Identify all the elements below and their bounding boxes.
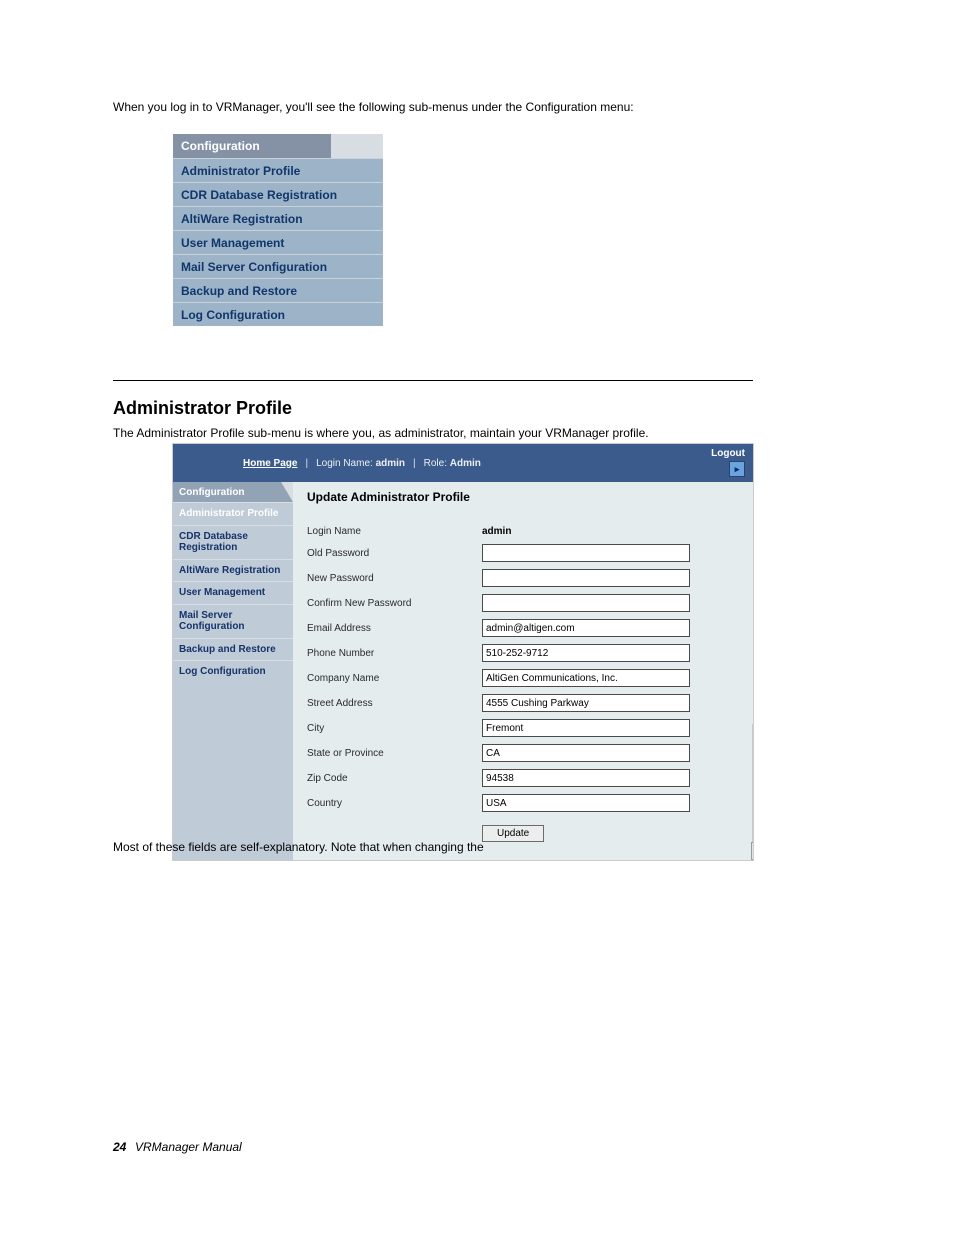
menu-item-mail-server[interactable]: Mail Server Configuration	[173, 254, 383, 278]
sidebar-item-log-config[interactable]: Log Configuration	[173, 660, 293, 683]
menu-item-log-config[interactable]: Log Configuration	[173, 302, 383, 326]
company-input[interactable]	[482, 669, 690, 687]
confirm-password-label: Confirm New Password	[307, 598, 482, 609]
logout-area: Logout ▸	[711, 448, 745, 477]
admin-profile-screenshot: Home Page | Login Name: admin | Role: Ad…	[173, 444, 753, 860]
sidebar-item-mail-server[interactable]: Mail Server Configuration	[173, 604, 293, 638]
phone-input[interactable]	[482, 644, 690, 662]
menu-item-backup[interactable]: Backup and Restore	[173, 278, 383, 302]
admin-profile-heading: Administrator Profile	[113, 398, 292, 419]
menu-item-user-mgmt[interactable]: User Management	[173, 230, 383, 254]
role-label: Role: Admin	[424, 458, 481, 469]
footer-title: VRManager Manual	[135, 1140, 242, 1154]
logout-link[interactable]: Logout	[711, 448, 745, 459]
topbar-sep1: |	[305, 458, 308, 469]
company-label: Company Name	[307, 673, 482, 684]
sidebar-header: Configuration	[173, 482, 293, 502]
login-name-field-value: admin	[482, 526, 739, 537]
confirm-password-input[interactable]	[482, 594, 690, 612]
new-password-label: New Password	[307, 573, 482, 584]
admin-profile-para1: The Administrator Profile sub-menu is wh…	[113, 424, 753, 442]
intro-paragraph: When you log in to VRManager, you'll see…	[113, 98, 753, 116]
config-menu-header: Configuration	[173, 134, 383, 158]
email-label: Email Address	[307, 623, 482, 634]
street-input[interactable]	[482, 694, 690, 712]
logout-icon[interactable]: ▸	[729, 461, 745, 477]
app-topbar: Home Page | Login Name: admin | Role: Ad…	[173, 444, 753, 482]
sidebar-item-backup[interactable]: Backup and Restore	[173, 638, 293, 661]
config-menu-header-label: Configuration	[181, 139, 260, 153]
page-title: Update Administrator Profile	[307, 490, 739, 504]
menu-item-cdr-db[interactable]: CDR Database Registration	[173, 182, 383, 206]
sidebar-item-admin-profile[interactable]: Administrator Profile	[173, 502, 293, 525]
menu-item-altiware[interactable]: AltiWare Registration	[173, 206, 383, 230]
country-label: Country	[307, 798, 482, 809]
section-divider	[113, 380, 753, 381]
old-password-input[interactable]	[482, 544, 690, 562]
login-name-label: Login Name: admin	[316, 458, 405, 469]
street-label: Street Address	[307, 698, 482, 709]
sidebar-item-cdr-db[interactable]: CDR Database Registration	[173, 525, 293, 559]
state-label: State or Province	[307, 748, 482, 759]
sidebar-item-user-mgmt[interactable]: User Management	[173, 581, 293, 604]
city-label: City	[307, 723, 482, 734]
city-input[interactable]	[482, 719, 690, 737]
state-input[interactable]	[482, 744, 690, 762]
topbar-sep2: |	[413, 458, 416, 469]
country-input[interactable]	[482, 794, 690, 812]
config-menu-screenshot: Configuration Administrator Profile CDR …	[173, 134, 383, 326]
sidebar-item-altiware[interactable]: AltiWare Registration	[173, 559, 293, 582]
content-panel: Update Administrator Profile Login Name …	[293, 482, 753, 860]
menu-item-admin-profile[interactable]: Administrator Profile	[173, 158, 383, 182]
footer-page-number: 24	[113, 1140, 126, 1154]
zip-input[interactable]	[482, 769, 690, 787]
login-name-field-label: Login Name	[307, 526, 482, 537]
zip-label: Zip Code	[307, 773, 482, 784]
home-page-link[interactable]: Home Page	[243, 458, 297, 469]
sidebar: Configuration Administrator Profile CDR …	[173, 482, 293, 860]
scrollbar-track[interactable]	[752, 724, 753, 844]
phone-label: Phone Number	[307, 648, 482, 659]
admin-profile-para2: Most of these fields are self-explanator…	[113, 838, 753, 856]
new-password-input[interactable]	[482, 569, 690, 587]
old-password-label: Old Password	[307, 548, 482, 559]
email-input[interactable]	[482, 619, 690, 637]
